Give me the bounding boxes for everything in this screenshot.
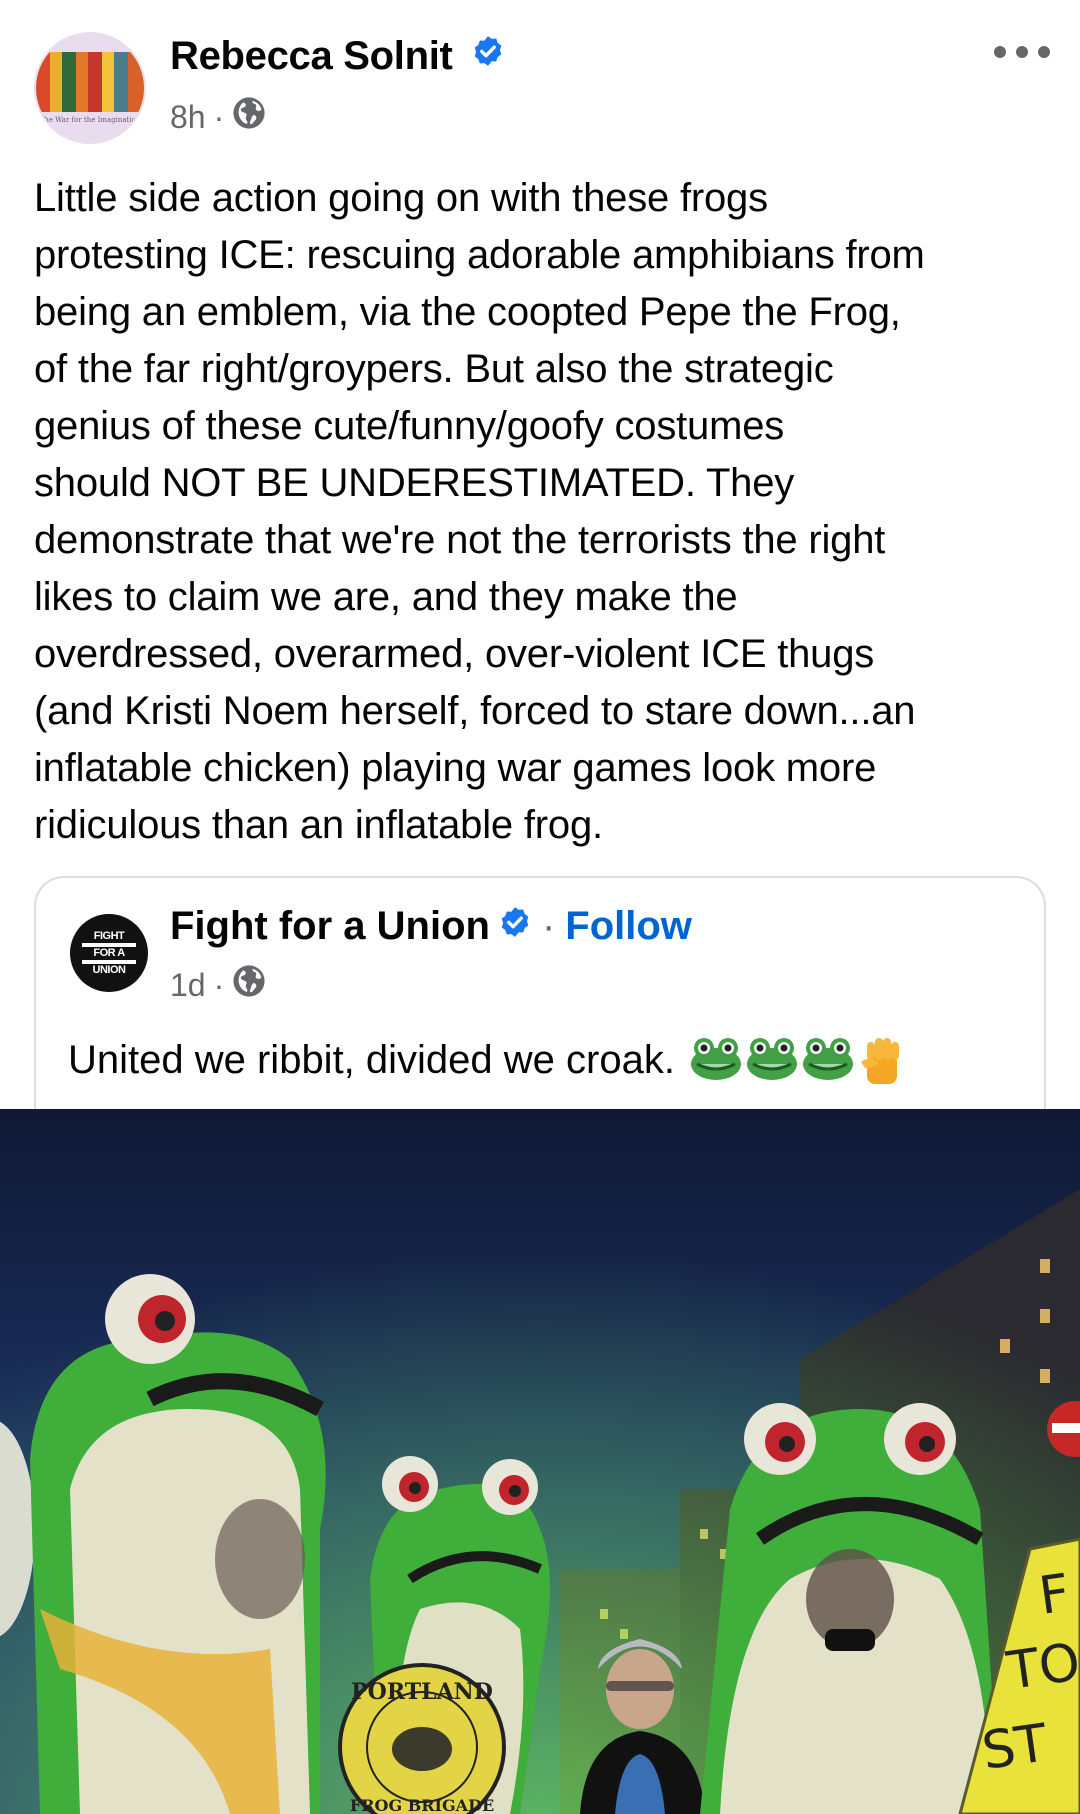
meta-separator: · <box>213 966 225 1003</box>
author-name-text[interactable]: Rebecca Solnit <box>170 34 453 78</box>
verified-badge-icon <box>471 33 505 78</box>
logo-bar <box>82 959 136 964</box>
logo-line: UNION <box>92 963 126 976</box>
post-text-line: ridiculous than an inflatable frog. <box>34 803 603 847</box>
shared-text: United we ribbit, divided we croak. <box>68 1034 907 1086</box>
verified-badge-icon <box>498 904 532 949</box>
follow-button[interactable]: Follow <box>565 904 692 949</box>
frog-face-emoji <box>802 1038 853 1080</box>
shared-post-card[interactable]: FIGHT FOR A UNION Fight for a Union · Fo… <box>34 876 1046 1116</box>
logo-bar <box>82 942 136 947</box>
shared-author: Fight for a Union · Follow <box>170 904 692 949</box>
post-photo[interactable]: PORTLAND FROG BRIGADE F TO ST <box>0 1109 1080 1814</box>
follow-separator: · <box>541 904 556 948</box>
badge-bottom-text: FROG BRIGADE <box>350 1796 494 1814</box>
post-text-line: overdressed, overarmed, over-violent ICE… <box>34 632 875 676</box>
globe-icon <box>232 96 266 138</box>
post-text-line: inflatable chicken) playing war games lo… <box>34 746 877 790</box>
post-text-line: of the far right/groypers. But also the … <box>34 347 834 391</box>
author-name[interactable]: Rebecca Solnit <box>170 34 505 79</box>
author-avatar[interactable]: The War for the Imagination <box>34 32 146 144</box>
badge-top-text: PORTLAND <box>351 1679 493 1705</box>
post-text-line: likes to claim we are, and they make the <box>34 575 738 619</box>
post-header: The War for the Imagination Rebecca Soln… <box>0 0 1080 150</box>
shared-text-content: United we ribbit, divided we croak. <box>68 1037 675 1082</box>
portland-frog-brigade-badge: PORTLAND FROG BRIGADE <box>338 1663 506 1814</box>
raised-fist-emoji <box>860 1038 899 1084</box>
post-time[interactable]: 8h <box>170 99 206 136</box>
post-text: Little side action going on with these f… <box>34 170 1054 854</box>
post-text-line: being an emblem, via the coopted Pepe th… <box>34 290 901 334</box>
shared-meta: 1d · <box>170 964 266 1006</box>
more-dot <box>1038 46 1050 58</box>
more-dot <box>1016 46 1028 58</box>
svg-text:ST: ST <box>978 1713 1051 1781</box>
shared-time[interactable]: 1d <box>170 967 206 1004</box>
logo-line: FIGHT <box>93 929 125 942</box>
avatar-caption: The War for the Imagination <box>39 116 141 124</box>
globe-icon <box>232 964 266 1006</box>
emoji-row <box>689 1034 907 1086</box>
post-text-line: should NOT BE UNDERESTIMATED. They <box>34 461 795 505</box>
logo-line: FOR A <box>93 946 125 959</box>
shared-author-name[interactable]: Fight for a Union <box>170 904 490 949</box>
post-text-line: genius of these cute/funny/goofy costume… <box>34 404 785 448</box>
svg-text:TO: TO <box>1002 1632 1080 1702</box>
post-meta: 8h · <box>170 96 266 138</box>
meta-separator: · <box>213 98 225 135</box>
frog-protest-photo: PORTLAND FROG BRIGADE F TO ST <box>0 1109 1080 1814</box>
more-dot <box>994 46 1006 58</box>
shared-author-avatar[interactable]: FIGHT FOR A UNION <box>70 914 148 992</box>
frog-face-emoji <box>690 1038 741 1080</box>
more-options-icon[interactable] <box>994 34 1050 70</box>
post-text-line: Little side action going on with these f… <box>34 176 768 220</box>
post-text-line: demonstrate that we're not the terrorist… <box>34 518 886 562</box>
post-text-line: (and Kristi Noem herself, forced to star… <box>34 689 916 733</box>
post-text-line: protesting ICE: rescuing adorable amphib… <box>34 233 925 277</box>
frog-face-emoji <box>746 1038 797 1080</box>
